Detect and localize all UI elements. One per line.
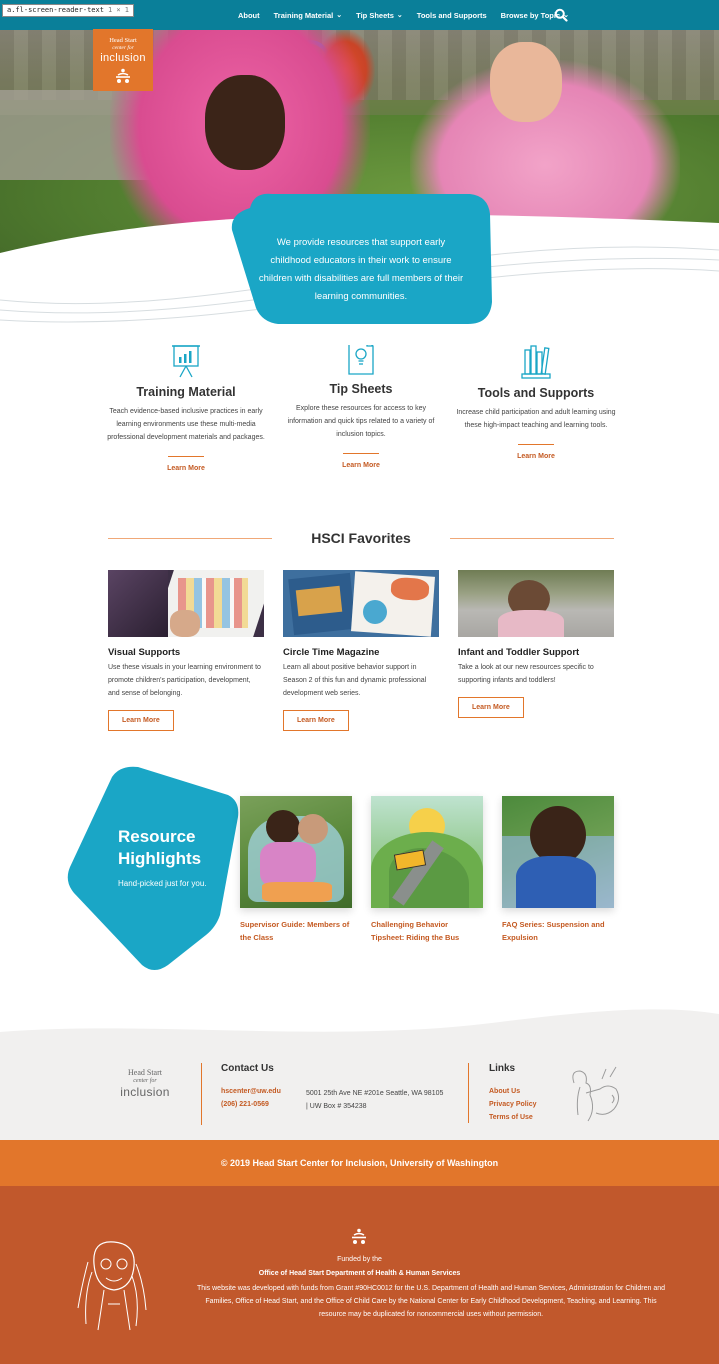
contact-phone-link[interactable]: (206) 221-0569 xyxy=(221,1101,269,1108)
child-drawing-icon xyxy=(77,1241,147,1331)
nav-menu: About Training Material ⌄ Tip Sheets ⌄ Too… xyxy=(238,0,569,30)
footer-divider xyxy=(468,1063,469,1123)
card-description: Learn all about positive behavior suppor… xyxy=(283,664,427,697)
nav-item-label: Tip Sheets xyxy=(356,10,394,20)
card-title: Circle Time Magazine xyxy=(283,647,380,658)
nav-item-label: Browse by Topic xyxy=(500,10,561,20)
favorites-title: HSCI Favorites xyxy=(311,530,411,546)
chevron-down-icon: ⌄ xyxy=(336,12,343,19)
favorites-heading: HSCI Favorites xyxy=(108,530,614,548)
learn-more-link[interactable]: Learn More xyxy=(167,465,205,472)
chevron-down-icon: ⌄ xyxy=(396,12,403,19)
footer-link-about-us[interactable]: About Us xyxy=(489,1088,520,1095)
nav-item-tools-and-supports[interactable]: Tools and Supports xyxy=(417,11,487,20)
footer-divider xyxy=(201,1063,202,1125)
hero-mission-text: We provide resources that support early … xyxy=(258,237,464,302)
funded-by-text: Funded by the xyxy=(337,1256,382,1263)
suspension-expulsion-image[interactable] xyxy=(502,796,614,908)
books-icon xyxy=(521,345,551,379)
resource-card-suspension-expulsion: FAQ Series: Suspension and Expulsion xyxy=(502,796,614,944)
search-icon[interactable] xyxy=(554,8,568,22)
resource-link[interactable]: FAQ Series: Suspension and Expulsion xyxy=(502,918,614,944)
presentation-chart-icon xyxy=(172,345,200,378)
funding-office: Office of Head Start Department of Healt… xyxy=(258,1270,461,1277)
favorite-card-visual-supports: Visual Supports Use these visuals in you… xyxy=(108,570,264,731)
site-logo[interactable]: Head Start center for inclusion xyxy=(93,29,153,91)
feature-title: Tools and Supports xyxy=(477,386,595,400)
resource-card-supervisor-guide: Supervisor Guide: Members of the Class xyxy=(240,796,352,944)
nav-item-tip-sheets[interactable]: Tip Sheets ⌄ xyxy=(356,11,403,20)
feature-title: Tip Sheets xyxy=(329,382,393,396)
hero-child-face-1 xyxy=(205,75,285,170)
logo-line-2: center for xyxy=(112,45,134,51)
feature-description: Explore these resources for access to ke… xyxy=(287,405,435,438)
feature-description: Increase child participation and adult l… xyxy=(456,409,616,429)
hero-child-face-2 xyxy=(490,42,562,122)
learn-more-link[interactable]: Learn More xyxy=(517,453,555,460)
contact-heading: Contact Us xyxy=(221,1063,274,1074)
supervisor-guide-image[interactable] xyxy=(240,796,352,908)
nav-item-label: About xyxy=(237,10,260,20)
learn-more-link[interactable]: Learn More xyxy=(342,462,380,469)
footer-link-terms-of-use[interactable]: Terms of Use xyxy=(489,1114,533,1121)
feature-tools-and-supports: Tools and Supports Increase child partic… xyxy=(451,344,621,463)
card-description: Use these visuals in your learning envir… xyxy=(108,664,261,697)
footer-link-privacy-policy[interactable]: Privacy Policy xyxy=(489,1101,536,1108)
feature-divider xyxy=(168,456,204,457)
resource-highlights-title-line-1: Resource xyxy=(118,827,196,846)
nav-item-label: Tools and Supports xyxy=(416,10,487,20)
learn-more-button[interactable]: Learn More xyxy=(283,710,349,731)
circle-time-magazine-image[interactable] xyxy=(283,570,439,637)
tooltip-dimensions: 1 × 1 xyxy=(107,6,130,14)
nav-item-training-material[interactable]: Training Material ⌄ xyxy=(274,11,342,20)
feature-tip-sheets: Tip Sheets Explore these resources for a… xyxy=(276,338,446,472)
links-heading: Links xyxy=(489,1063,516,1074)
riding-the-bus-image[interactable] xyxy=(371,796,483,908)
contact-email-link[interactable]: hscenter@uw.edu xyxy=(221,1088,281,1095)
card-title: Infant and Toddler Support xyxy=(458,647,580,658)
element-inspector-tooltip: a.fl-screen-reader-text 1 × 1 xyxy=(2,4,135,17)
feature-training-material: Training Material Teach evidence-based i… xyxy=(101,343,271,475)
footer-logo-line-3: inclusion xyxy=(120,1085,170,1099)
resource-card-riding-the-bus: Challenging Behavior Tipsheet: Riding th… xyxy=(371,796,483,944)
funding-footer: Funded by the Office of Head Start Depar… xyxy=(0,1186,719,1364)
footer-logo-line-1: Head Start xyxy=(128,1068,162,1077)
feature-title: Training Material xyxy=(136,385,236,399)
learn-more-button[interactable]: Learn More xyxy=(108,710,174,731)
resource-link[interactable]: Challenging Behavior Tipsheet: Riding th… xyxy=(371,918,483,944)
feature-divider xyxy=(343,453,379,454)
footer-logo[interactable]: Head Start center for inclusion xyxy=(110,1068,180,1099)
resource-link[interactable]: Supervisor Guide: Members of the Class xyxy=(240,918,352,944)
favorite-card-infant-and-toddler-support: Infant and Toddler Support Take a look a… xyxy=(458,570,614,718)
resource-highlights-title: Resource Highlights xyxy=(118,826,201,870)
resource-highlights-subtitle: Hand-picked just for you. xyxy=(118,879,207,888)
people-mark-icon xyxy=(352,1228,366,1244)
resource-highlights-title-line-2: Highlights xyxy=(118,849,202,868)
people-mark-icon xyxy=(116,68,130,83)
logo-line-1: Head Start xyxy=(109,37,137,44)
contact-address: 5001 25th Ave NE #201e Seattle, WA 98105… xyxy=(306,1090,444,1110)
copyright-bar: © 2019 Head Start Center for Inclusion, … xyxy=(0,1140,719,1186)
tooltip-selector: a.fl-screen-reader-text xyxy=(7,6,104,14)
visual-supports-image[interactable] xyxy=(108,570,264,637)
card-description: Take a look at our new resources specifi… xyxy=(458,664,594,684)
footer-logo-line-2: center for xyxy=(133,1078,157,1084)
feature-description: Teach evidence-based inclusive practices… xyxy=(107,408,265,441)
doodle-illustration-icon xyxy=(572,1066,620,1122)
nav-item-about[interactable]: About xyxy=(238,11,260,20)
funding-disclaimer: This website was developed with funds fr… xyxy=(196,1285,666,1318)
resource-highlights-shape xyxy=(67,766,239,970)
logo-line-3: inclusion xyxy=(100,52,146,64)
card-title: Visual Supports xyxy=(108,647,181,658)
learn-more-button[interactable]: Learn More xyxy=(458,697,524,718)
nav-item-label: Training Material xyxy=(273,10,334,20)
infant-toddler-image[interactable] xyxy=(458,570,614,637)
favorite-card-circle-time-magazine: Circle Time Magazine Learn all about pos… xyxy=(283,570,439,731)
feature-divider xyxy=(518,444,554,445)
